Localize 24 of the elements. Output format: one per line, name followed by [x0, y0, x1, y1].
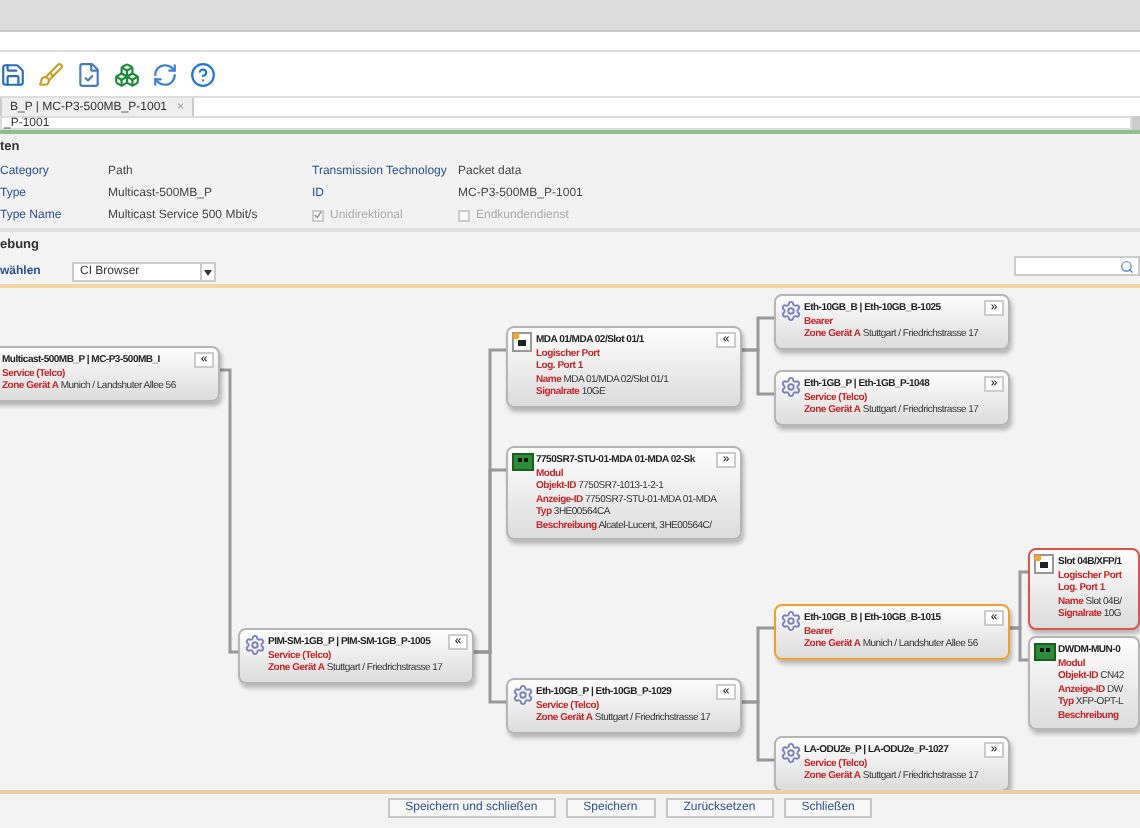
field-button[interactable] — [1132, 116, 1140, 130]
checkbox[interactable] — [312, 209, 324, 221]
gears-icon — [780, 742, 802, 764]
document-check-icon[interactable] — [76, 61, 102, 87]
save-icon[interactable] — [0, 61, 26, 87]
gears-icon — [780, 376, 802, 398]
help-icon[interactable] — [190, 61, 216, 87]
caret-icon — [204, 269, 212, 275]
refresh-icon[interactable] — [152, 61, 178, 87]
brush-icon[interactable] — [38, 61, 64, 87]
gears-icon — [780, 610, 802, 632]
gears-icon — [244, 634, 266, 656]
port-icon — [1034, 554, 1054, 574]
gears-icon — [512, 684, 534, 706]
search-field[interactable] — [1014, 256, 1140, 276]
blocks-icon[interactable] — [114, 61, 140, 87]
port-icon — [512, 332, 532, 352]
checkbox[interactable] — [458, 209, 470, 221]
search-icon — [1120, 259, 1134, 273]
circuit-board-icon — [512, 452, 534, 472]
connector-line — [742, 700, 774, 762]
connector-line — [742, 348, 774, 396]
gears-icon — [780, 300, 802, 322]
circuit-board-icon — [1034, 642, 1056, 662]
